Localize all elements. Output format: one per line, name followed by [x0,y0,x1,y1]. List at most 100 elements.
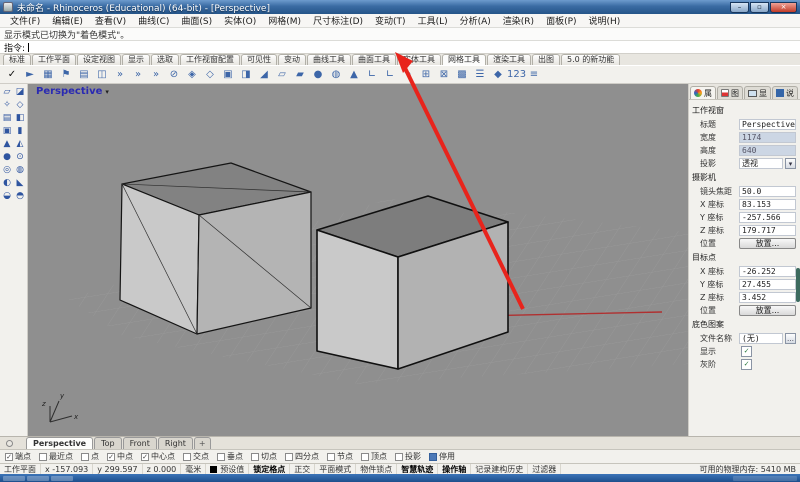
match-mesh-edge-icon[interactable]: ▱ [273,67,291,83]
windows-taskbar[interactable] [0,474,800,482]
status-field[interactable]: 锁定格点 [249,464,290,474]
weld-mesh-icon[interactable]: ◈ [183,67,201,83]
property-value[interactable]: Perspective [739,119,796,130]
osnap-toggle[interactable]: 中心点 [141,451,175,462]
rotate-view-icon[interactable]: ◪ [14,86,27,99]
menu-item[interactable]: 曲线(C) [132,14,175,27]
viewport-title[interactable]: Perspective ▾ [36,86,109,97]
mesh-patch-icon[interactable]: ⚑ [57,67,75,83]
triangulate-mesh-icon[interactable]: » [147,67,165,83]
property-value[interactable]: -26.252 [739,266,796,277]
property-value[interactable]: 透视 [739,158,783,169]
mesh-from-nurbs-icon[interactable]: ▦ [39,67,57,83]
taskbar-button[interactable] [51,476,73,481]
menu-item[interactable]: 说明(H) [583,14,627,27]
menu-item[interactable]: 渲染(R) [497,14,540,27]
status-field[interactable]: 智慧轨迹 [397,464,438,474]
perspective-viewport[interactable]: Perspective ▾ [28,84,688,436]
vertex-count-icon[interactable]: 123 [507,67,525,83]
property-value[interactable] [739,346,796,357]
status-field[interactable]: 工作平面 [0,464,41,474]
menu-item[interactable]: 分析(A) [454,14,497,27]
tab-properties[interactable]: 属 [690,86,716,99]
menu-item[interactable]: 实体(O) [218,14,262,27]
unweld-mesh-icon[interactable]: ◇ [201,67,219,83]
maximize-button[interactable]: ▫ [750,2,769,13]
extract-surface-icon[interactable]: ◣ [14,177,27,190]
mesh-sphere-icon[interactable]: ● [309,67,327,83]
check-icon[interactable]: ✓ [3,67,21,83]
menu-item[interactable]: 曲面(S) [175,14,218,27]
toolbar-tab[interactable]: 网格工具 [442,54,486,65]
osnap-toggle[interactable]: 节点 [327,451,353,462]
toolbar-tab[interactable]: 标准 [3,54,31,65]
viewport-layout-icon[interactable] [6,440,13,447]
control-points-icon[interactable]: ◇ [14,99,27,112]
status-field[interactable]: z 0.000 [143,464,182,474]
align-mesh-vertices-icon[interactable]: ∟ [363,67,381,83]
solid-pipe-icon[interactable]: ◍ [14,164,27,177]
mesh-array-icon[interactable]: ▰ [291,67,309,83]
mesh-fan-icon[interactable]: ◆ [489,67,507,83]
property-value[interactable]: (无) [739,333,783,344]
taskbar-button[interactable] [3,476,25,481]
viewport-tab[interactable]: Perspective [26,437,93,449]
toolbar-tab[interactable]: 显示 [122,54,150,65]
delete-mesh-faces-icon[interactable]: ⊘ [165,67,183,83]
mesh-plane-icon[interactable]: ▤ [75,67,93,83]
menu-item[interactable]: 面板(P) [540,14,582,27]
boolean-difference-icon[interactable]: ◓ [14,190,27,203]
panel-scrollbar-thumb[interactable] [796,268,800,302]
solid-cylinder-icon[interactable]: ▮ [14,125,27,138]
layers-panel-icon[interactable]: ▤ [1,112,14,125]
mesh-shade-icon[interactable]: ▩ [453,67,471,83]
lasso-select-icon[interactable]: ✧ [1,99,14,112]
toolbar-tab[interactable]: 实体工具 [397,54,441,65]
viewport-canvas[interactable]: x y z [28,84,688,436]
osnap-toggle[interactable]: 停用 [429,451,455,462]
status-field[interactable]: 预设值 [206,464,249,474]
property-value[interactable]: 83.153 [739,199,796,210]
status-field[interactable]: 记录建构历史 [471,464,528,474]
property-value[interactable]: 640 [739,145,796,156]
osnap-toggle[interactable]: 端点 [5,451,31,462]
osnap-toggle[interactable]: 切点 [251,451,277,462]
mesh-options-icon[interactable]: ≡ [525,67,543,83]
osnap-toggle[interactable]: 四分点 [285,451,319,462]
property-value[interactable]: 27.455 [739,279,796,290]
command-prompt[interactable]: 指令: [0,40,800,53]
reduce-mesh-icon[interactable]: » [111,67,129,83]
toolbar-tab[interactable]: 工作视窗配置 [180,54,240,65]
browse-button[interactable]: … [785,333,796,344]
mesh-wrench-icon[interactable]: ∟ [381,67,399,83]
menu-item[interactable]: 文件(F) [4,14,46,27]
property-value[interactable]: 179.717 [739,225,796,236]
status-field[interactable]: 操作轴 [438,464,471,474]
toolbar-tab[interactable]: 渲染工具 [487,54,531,65]
toolbar-tab[interactable]: 设定视图 [77,54,121,65]
osnap-toggle[interactable]: 中点 [107,451,133,462]
tab-help[interactable]: 说 [772,86,798,99]
toolbar-tab[interactable]: 变动 [278,54,306,65]
mesh-table-icon[interactable]: ☰ [471,67,489,83]
mesh-box-object[interactable] [120,163,311,334]
minimize-button[interactable]: – [730,2,749,13]
extract-mesh-icon[interactable]: ◫ [93,67,111,83]
osnap-toggle[interactable]: 垂点 [217,451,243,462]
mesh-cylinder-icon[interactable]: ◍ [327,67,345,83]
status-field[interactable]: 物件锁点 [356,464,397,474]
toolbar-tab[interactable]: 5.0 的新功能 [561,54,620,65]
viewport-tab[interactable]: + [194,437,211,449]
toolbar-tab[interactable]: 曲线工具 [307,54,351,65]
property-value[interactable]: 放置... [739,305,796,316]
select-pointer-icon[interactable]: ► [21,67,39,83]
menu-item[interactable]: 编辑(E) [46,14,89,27]
status-field[interactable]: 过滤器 [528,464,561,474]
status-field[interactable]: x -157.093 [41,464,93,474]
viewport-tab[interactable]: Right [158,437,193,449]
mesh-brush-icon[interactable]: ✎ [399,67,417,83]
toolbar-tab[interactable]: 工作平面 [32,54,76,65]
chevron-down-icon[interactable]: ▾ [785,158,796,169]
menu-item[interactable]: 尺寸标注(D) [307,14,369,27]
mesh-trim-icon[interactable]: ◢ [255,67,273,83]
